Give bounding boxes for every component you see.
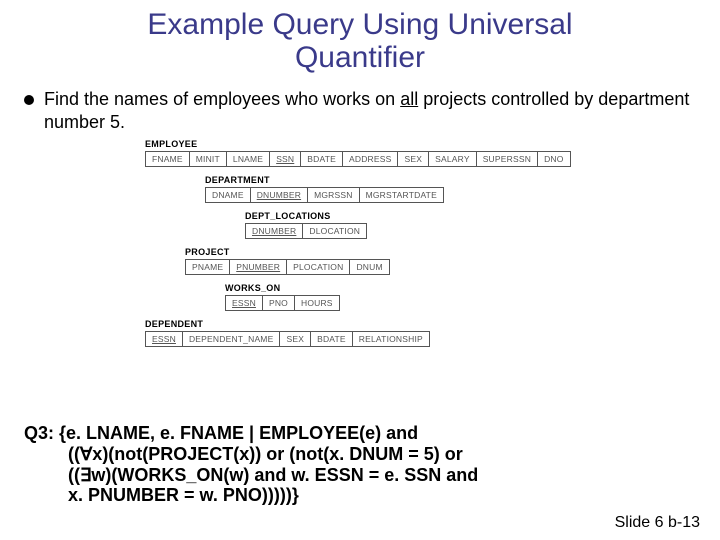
title-line-2: Quantifier	[295, 41, 425, 74]
schema-col: FNAME	[146, 152, 190, 167]
slide-number: Slide 6 b-13	[615, 514, 700, 532]
title-line-1: Example Query Using Universal	[147, 8, 572, 41]
bullet-icon	[24, 95, 34, 105]
schema-col: DNUM	[350, 260, 389, 275]
schema-col: DEPENDENT_NAME	[182, 332, 280, 347]
schema-label: DEPT_LOCATIONS	[245, 211, 575, 221]
schema-department: DEPARTMENT DNAMEDNUMBERMGRSSNMGRSTARTDAT…	[145, 175, 575, 203]
schema-col: BDATE	[301, 152, 343, 167]
bullet-text: Find the names of employees who works on…	[44, 88, 696, 133]
schema-col: MGRSSN	[308, 188, 360, 203]
schema-table: PNAMEPNUMBERPLOCATIONDNUM	[185, 259, 390, 275]
schema-label: DEPENDENT	[145, 319, 575, 329]
schema-dept-locations: DEPT_LOCATIONS DNUMBERDLOCATION	[145, 211, 575, 239]
schema-label: EMPLOYEE	[145, 139, 575, 149]
schema-col: SSN	[270, 152, 301, 167]
q3-line4: x. PNUMBER = w. PNO)))))}	[24, 485, 478, 506]
schema-col: ESSN	[226, 296, 263, 311]
slide-title: Example Query Using Universal Quantifier	[24, 8, 696, 74]
schema-label: WORKS_ON	[225, 283, 575, 293]
schema-col: PNAME	[186, 260, 230, 275]
schema-table: ESSNPNOHOURS	[225, 295, 340, 311]
schema-table: DNAMEDNUMBERMGRSSNMGRSTARTDATE	[205, 187, 444, 203]
schema-col: SALARY	[429, 152, 477, 167]
schema-table: DNUMBERDLOCATION	[245, 223, 367, 239]
schema-col: DNO	[538, 152, 571, 167]
schema-col: RELATIONSHIP	[352, 332, 429, 347]
q3-line2: ((∀x)(not(PROJECT(x)) or (not(x. DNUM = …	[24, 444, 478, 465]
schema-col: DNAME	[206, 188, 251, 203]
schema-col: DNUMBER	[250, 188, 307, 203]
bullet-pre: Find the names of employees who works on	[44, 89, 400, 109]
bullet-underlined: all	[400, 89, 418, 109]
schema-col: MGRSTARTDATE	[359, 188, 443, 203]
schema-project: PROJECT PNAMEPNUMBERPLOCATIONDNUM	[145, 247, 575, 275]
schema-col: PNO	[262, 296, 294, 311]
schema-col: BDATE	[311, 332, 353, 347]
schema-col: PNUMBER	[230, 260, 287, 275]
schema-col: ADDRESS	[342, 152, 398, 167]
schema-col: SEX	[280, 332, 311, 347]
schema-diagram: EMPLOYEE FNAMEMINITLNAMESSNBDATEADDRESSS…	[145, 139, 575, 347]
schema-col: ESSN	[146, 332, 183, 347]
schema-table: FNAMEMINITLNAMESSNBDATEADDRESSSEXSALARYS…	[145, 151, 571, 167]
schema-col: LNAME	[226, 152, 269, 167]
bullet-item: Find the names of employees who works on…	[24, 88, 696, 133]
schema-col: MINIT	[189, 152, 226, 167]
q3-line1: {e. LNAME, e. FNAME | EMPLOYEE(e) and	[59, 423, 418, 443]
q3-line3: ((∃w)(WORKS_ON(w) and w. ESSN = e. SSN a…	[24, 465, 478, 486]
schema-col: DNUMBER	[246, 224, 303, 239]
schema-employee: EMPLOYEE FNAMEMINITLNAMESSNBDATEADDRESSS…	[145, 139, 575, 167]
schema-col: SUPERSSN	[476, 152, 537, 167]
q3-label: Q3:	[24, 423, 59, 443]
schema-dependent: DEPENDENT ESSNDEPENDENT_NAMESEXBDATERELA…	[145, 319, 575, 347]
schema-table: ESSNDEPENDENT_NAMESEXBDATERELATIONSHIP	[145, 331, 430, 347]
schema-col: SEX	[398, 152, 429, 167]
schema-col: HOURS	[294, 296, 339, 311]
schema-works-on: WORKS_ON ESSNPNOHOURS	[145, 283, 575, 311]
schema-col: PLOCATION	[287, 260, 350, 275]
schema-label: DEPARTMENT	[205, 175, 575, 185]
schema-label: PROJECT	[185, 247, 575, 257]
schema-col: DLOCATION	[303, 224, 367, 239]
query-q3: Q3: {e. LNAME, e. FNAME | EMPLOYEE(e) an…	[24, 423, 478, 506]
